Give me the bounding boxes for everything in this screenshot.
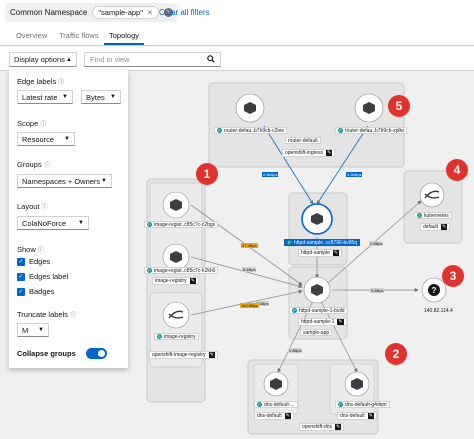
tab-overview[interactable]: Overview bbox=[16, 31, 47, 40]
filter-toolbar: Common Namespace "sample-app" ✕ ✕ Clear … bbox=[0, 0, 474, 27]
callout-1: 1 bbox=[196, 163, 218, 185]
search-icon[interactable] bbox=[207, 55, 215, 65]
display-options-label: Display options bbox=[14, 55, 65, 64]
edge-rate-label: 2.5kBps bbox=[262, 172, 279, 177]
show-title: Show ⓘ bbox=[17, 245, 44, 254]
filter-chip[interactable]: "sample-app" ✕ bbox=[92, 6, 159, 19]
edge-labels-title: Edge labels ⓘ bbox=[17, 77, 65, 86]
callout-5: 5 bbox=[388, 95, 410, 117]
layout-select[interactable]: ColaNoForce ▼ bbox=[17, 216, 89, 230]
filter-chip-group: Common Namespace "sample-app" ✕ ✕ bbox=[5, 3, 177, 22]
owner-label[interactable]: image-registry ✎ bbox=[152, 277, 199, 285]
filter-chip-value: "sample-app" bbox=[98, 8, 143, 17]
edge-label-select[interactable]: Latest rate ▼ bbox=[17, 90, 73, 104]
edge-rate-label: 0.6Bps bbox=[370, 288, 385, 293]
collapse-groups-label: Collapse groups bbox=[17, 349, 76, 358]
edge-rate-label: 160.5Bps bbox=[240, 303, 259, 308]
edge-unit-select[interactable]: Bytes ▼ bbox=[81, 90, 121, 104]
image-registry-service-node bbox=[162, 301, 190, 329]
edge-rate-label: 0.8Bps bbox=[288, 348, 303, 353]
find-placeholder: Find in view bbox=[90, 55, 130, 64]
owner-label[interactable]: httpd-sample-1 ✎ bbox=[298, 318, 347, 326]
node-label[interactable]: Pimage-regist..c85c7c-h2kh6 bbox=[144, 267, 219, 274]
display-options-dropdown[interactable]: Display options ▲ bbox=[9, 52, 77, 67]
show-edges-checkbox[interactable]: ✓ Edges bbox=[17, 257, 50, 266]
scope-title: Scope ⓘ bbox=[17, 119, 47, 128]
groups-select[interactable]: Namespaces + Owners ▼ bbox=[17, 174, 112, 188]
node-label[interactable]: Pimage-regist..c85c7c-c2bgx bbox=[144, 221, 219, 228]
owner-label[interactable]: dns-default ✎ bbox=[337, 412, 377, 420]
layout-title: Layout ⓘ bbox=[17, 202, 48, 211]
node-label[interactable]: Prouter-defau..b7b9cb-xplkx bbox=[335, 127, 408, 134]
owner-label[interactable]: httpd-sample ✎ bbox=[298, 249, 343, 257]
node-label[interactable]: router-default bbox=[285, 137, 321, 144]
caret-up-icon: ▲ bbox=[66, 56, 72, 63]
owner-label[interactable]: dns-default ✎ bbox=[254, 412, 294, 420]
namespace-label[interactable]: openshift-image-registry ✎ bbox=[149, 351, 218, 359]
svg-text:?: ? bbox=[432, 286, 437, 295]
show-edges-label-checkbox[interactable]: ✓ Edges label bbox=[17, 272, 68, 281]
display-options-panel: Edge labels ⓘ Latest rate ▼ Bytes ▼ Scope … bbox=[9, 70, 128, 368]
truncate-labels-select[interactable]: M ▼ bbox=[17, 323, 49, 337]
tab-traffic-flows[interactable]: Traffic flows bbox=[59, 31, 99, 40]
callout-3: 3 bbox=[442, 265, 464, 287]
scope-select[interactable]: Resource ▼ bbox=[17, 132, 75, 146]
edge-rate-label: 8.4Bps bbox=[242, 267, 257, 272]
edge-rate-label: 37.4Bps bbox=[241, 243, 258, 248]
view-tabs: Overview Traffic flows Topology bbox=[0, 27, 474, 46]
node-label[interactable]: Prouter-defau..b7b9cb-c2lee bbox=[214, 127, 288, 134]
node-label[interactable]: Phttpd-sample-1-build bbox=[289, 307, 348, 314]
find-in-view-input[interactable]: Find in view bbox=[84, 52, 221, 67]
node-label[interactable]: Pdns-default-g4dqm bbox=[335, 401, 390, 408]
callout-2: 2 bbox=[385, 343, 407, 365]
edge-rate-label: 3.2kBps bbox=[346, 172, 363, 177]
node-label[interactable]: Simage-registry bbox=[154, 333, 199, 340]
topology-toolbar: Display options ▲ Find in view bbox=[0, 47, 474, 71]
callout-4: 4 bbox=[446, 159, 468, 181]
namespace-label[interactable]: sample-app bbox=[300, 329, 333, 336]
close-icon[interactable]: ✕ bbox=[147, 9, 153, 17]
clear-all-filters-link[interactable]: Clear all filters bbox=[159, 8, 210, 17]
node-label[interactable]: Pdns-default-... bbox=[254, 401, 298, 408]
show-badges-checkbox[interactable]: ✓ Badges bbox=[17, 287, 54, 296]
namespace-label[interactable]: default ✎ bbox=[420, 223, 451, 231]
node-label[interactable]: Skubernetes bbox=[414, 212, 452, 219]
collapse-groups-toggle[interactable] bbox=[86, 348, 107, 359]
truncate-labels-title: Truncate labels ⓘ bbox=[17, 310, 77, 319]
filter-group-label: Common Namespace bbox=[10, 8, 88, 17]
ip-label: 140.82.114.4 bbox=[424, 307, 453, 314]
node-label-selected[interactable]: Phttpd-sample..cc8796-bv95q bbox=[284, 239, 361, 246]
kubernetes-node bbox=[419, 182, 445, 208]
groups-title: Groups ⓘ bbox=[17, 160, 50, 169]
namespace-label[interactable]: openshift-ingress ✎ bbox=[282, 149, 336, 157]
tab-topology[interactable]: Topology bbox=[103, 31, 145, 45]
edge-rate-label: 0.6Bps bbox=[369, 241, 384, 246]
namespace-label[interactable]: openshift-dns ✎ bbox=[299, 423, 345, 431]
